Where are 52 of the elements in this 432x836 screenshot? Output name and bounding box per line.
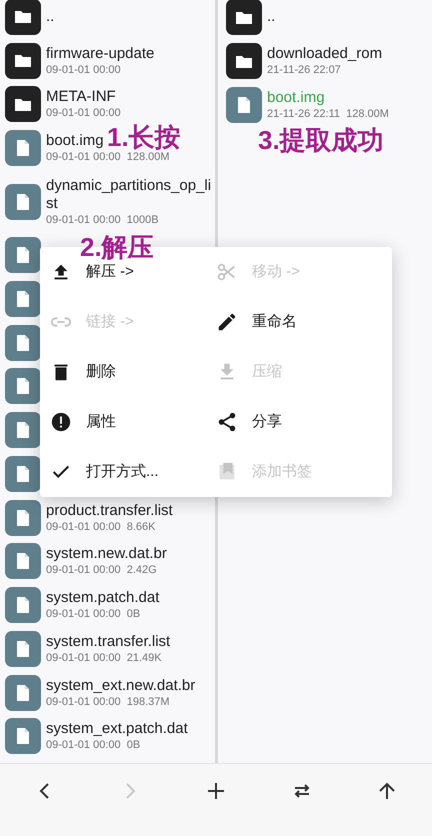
- file-name: boot.img: [267, 89, 325, 107]
- file-name: product.transfer.list: [46, 502, 173, 520]
- file-icon: [5, 500, 41, 536]
- menu-item[interactable]: 分享: [216, 397, 382, 447]
- file-meta: 09-01-01 00:00 128.00M: [46, 150, 170, 164]
- file-meta: 09-01-01 00:00 2.42G: [46, 563, 157, 578]
- file-name: system.new.dat.br: [46, 545, 167, 564]
- annotation-text: 1.长按: [107, 121, 181, 152]
- file-icon: [5, 674, 41, 710]
- file-name: system_ext.patch.dat: [46, 720, 188, 738]
- file-name: system.transfer.list: [46, 632, 170, 651]
- file-meta: 09-01-01 00:00 1000B: [46, 212, 159, 227]
- file-name: dynamic_partitions_op_list: [46, 176, 212, 213]
- file-icon: [5, 130, 41, 166]
- annotation-text: 2.解压: [80, 231, 154, 264]
- file-meta: 09-01-01 00:00: [46, 106, 121, 120]
- file-name: META-INF: [46, 88, 116, 106]
- share-icon: [216, 411, 238, 433]
- menu-item[interactable]: 打开方式...: [50, 447, 216, 497]
- folder-icon: [5, 86, 41, 122]
- folder-icon: [226, 43, 262, 79]
- file-name: firmware-update: [46, 44, 154, 63]
- file-name: ..: [46, 8, 54, 26]
- menu-item[interactable]: 属性: [50, 397, 216, 447]
- file-meta: 21-11-26 22:07: [267, 63, 341, 77]
- annotation-text: 3.提取成功: [258, 124, 384, 157]
- file-icon: [5, 630, 41, 667]
- pencil-icon: [216, 311, 238, 333]
- file-name: system_ext.new.dat.br: [46, 676, 196, 694]
- file-meta: 09-01-01 00:00 8.66K: [46, 520, 156, 534]
- file-meta: 21-11-26 22:11 128.00M: [267, 107, 389, 121]
- file-name: ..: [267, 8, 276, 26]
- file-name: downloaded_rom: [267, 45, 382, 63]
- folder-icon: [5, 0, 41, 35]
- file-name: boot.img: [46, 132, 104, 150]
- scissors-icon: [216, 261, 238, 283]
- folder-icon: [5, 42, 41, 79]
- file-meta: 09-01-01 00:00 198.37M: [46, 694, 170, 708]
- file-meta: 09-01-01 00:00 21.49K: [46, 650, 162, 665]
- file-name: system.patch.dat: [46, 589, 160, 608]
- file-meta: 09-01-01 00:00: [46, 62, 121, 77]
- file-meta: 09-01-01 00:00 0B: [46, 738, 140, 752]
- folder-icon: [226, 0, 262, 35]
- file-icon: [226, 87, 262, 123]
- menu-item[interactable]: 重命名: [216, 297, 382, 347]
- alert-icon: [50, 411, 72, 433]
- file-meta: 09-01-01 00:00 0B: [46, 607, 140, 622]
- file-icon: [5, 718, 41, 754]
- file-icon: [5, 184, 41, 220]
- file-icon: [5, 587, 41, 624]
- menu-item[interactable]: 删除: [50, 347, 216, 397]
- file-icon: [5, 543, 41, 580]
